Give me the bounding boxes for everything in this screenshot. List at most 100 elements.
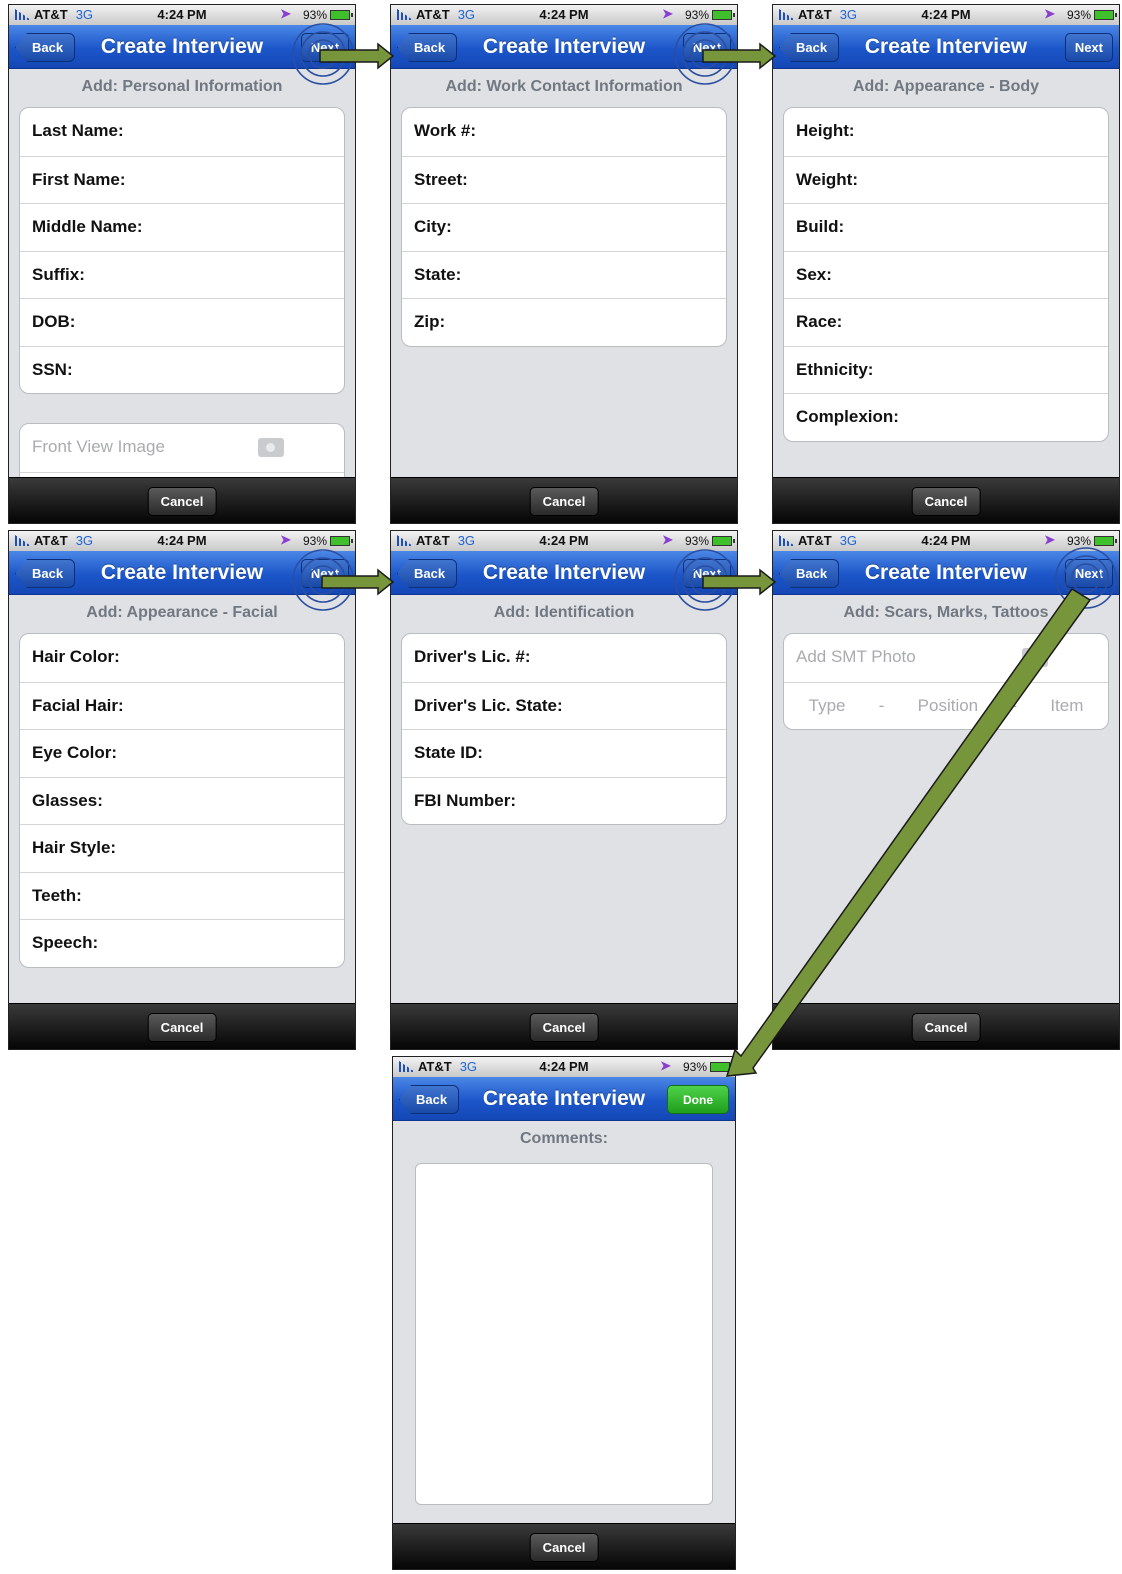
field-build[interactable]: Build: <box>784 203 1108 251</box>
bottom-toolbar: Cancel <box>9 1003 355 1049</box>
navigation-bar: Back Create Interview Done <box>393 1077 735 1121</box>
location-arrow-icon: ➤ <box>1044 6 1055 21</box>
bottom-toolbar: Cancel <box>773 1003 1119 1049</box>
field-hair-style[interactable]: Hair Style: <box>20 824 344 872</box>
field-height[interactable]: Height: <box>784 108 1108 156</box>
battery-icon <box>712 536 735 546</box>
field-state-id[interactable]: State ID: <box>402 729 726 777</box>
bottom-toolbar: Cancel <box>391 1003 737 1049</box>
picker-separator: - <box>1011 695 1018 715</box>
navigation-bar: Back Create Interview Next <box>9 551 355 595</box>
bottom-toolbar: Cancel <box>391 477 737 523</box>
next-button[interactable]: Next <box>300 559 349 588</box>
field-work-number[interactable]: Work #: <box>402 108 726 156</box>
comments-textarea[interactable] <box>415 1163 713 1505</box>
done-button[interactable]: Done <box>667 1085 729 1114</box>
field-weight[interactable]: Weight: <box>784 155 1108 204</box>
section-header: Add: Work Contact Information <box>445 78 683 95</box>
cancel-button[interactable]: Cancel <box>529 1533 599 1562</box>
field-dob[interactable]: DOB: <box>20 298 344 346</box>
field-suffix[interactable]: Suffix: <box>20 250 344 299</box>
picker-position[interactable]: Position <box>918 683 978 730</box>
location-arrow-icon: ➤ <box>662 532 673 547</box>
field-facial-hair[interactable]: Facial Hair: <box>20 681 344 730</box>
screen-identification: AT&T 3G 4:24 PM ➤ 93% Back Create Intervi… <box>390 530 738 1050</box>
location-arrow-icon: ➤ <box>280 532 291 547</box>
screen-work-contact-information: AT&T 3G 4:24 PM ➤ 93% Back Create Intervi… <box>390 4 738 524</box>
bottom-toolbar: Cancel <box>393 1523 735 1569</box>
field-speech[interactable]: Speech: <box>20 919 344 967</box>
section-header: Add: Personal Information <box>81 78 283 95</box>
camera-icon[interactable] <box>258 438 284 457</box>
navigation-bar: Back Create Interview Next <box>773 25 1119 69</box>
field-complexion[interactable]: Complexion: <box>784 393 1108 441</box>
status-bar: AT&T 3G 4:24 PM ➤ 93% <box>391 5 737 25</box>
next-button[interactable]: Next <box>1064 33 1113 62</box>
navigation-bar: Back Create Interview Next <box>773 551 1119 595</box>
location-arrow-icon: ➤ <box>662 6 673 21</box>
status-bar: AT&T 3G 4:24 PM ➤ 93% <box>391 531 737 551</box>
smt-picker-row[interactable]: Type - Position - Item <box>784 681 1108 730</box>
navigation-bar: Back Create Interview Next <box>391 551 737 595</box>
next-button[interactable]: Next <box>1064 559 1113 588</box>
battery-percent: 93% <box>1066 534 1091 548</box>
cancel-button[interactable]: Cancel <box>147 1013 217 1042</box>
picker-item[interactable]: Item <box>1050 683 1083 730</box>
screen-appearance-body: AT&T 3G 4:24 PM ➤ 93% Back Create Intervi… <box>772 4 1120 524</box>
field-sex[interactable]: Sex: <box>784 250 1108 299</box>
form-group: Driver's Lic. #: Driver's Lic. State: St… <box>401 633 727 825</box>
status-bar: AT&T 3G 4:24 PM ➤ 93% <box>773 5 1119 25</box>
battery-percent: 93% <box>302 534 327 548</box>
next-button[interactable]: Next <box>682 33 731 62</box>
navigation-bar: Back Create Interview Next <box>391 25 737 69</box>
status-bar: AT&T 3G 4:24 PM ➤ 93% <box>9 531 355 551</box>
field-hair-color[interactable]: Hair Color: <box>20 634 344 682</box>
field-state[interactable]: State: <box>402 250 726 299</box>
battery-icon <box>710 1062 733 1072</box>
bottom-toolbar: Cancel <box>9 477 355 523</box>
status-bar: AT&T 3G 4:24 PM ➤ 93% <box>773 531 1119 551</box>
cancel-button[interactable]: Cancel <box>529 487 599 516</box>
field-ethnicity[interactable]: Ethnicity: <box>784 345 1108 394</box>
smt-group: Add SMT Photo Type - Position - Item <box>783 633 1109 730</box>
form-group: Work #: Street: City: State: Zip: <box>401 107 727 347</box>
bottom-toolbar: Cancel <box>773 477 1119 523</box>
picker-separator: - <box>878 695 885 715</box>
navigation-bar: Back Create Interview Next <box>9 25 355 69</box>
status-bar: AT&T 3G 4:24 PM ➤ 93% <box>9 5 355 25</box>
field-first-name[interactable]: First Name: <box>20 155 344 204</box>
screen-scars-marks-tattoos: AT&T 3G 4:24 PM ➤ 93% Back Create Intervi… <box>772 530 1120 1050</box>
battery-icon <box>330 536 353 546</box>
location-arrow-icon: ➤ <box>280 6 291 21</box>
battery-percent: 93% <box>684 534 709 548</box>
field-drivers-license-state[interactable]: Driver's Lic. State: <box>402 681 726 730</box>
status-bar: AT&T 3G 4:24 PM ➤ 93% <box>393 1057 735 1077</box>
field-street[interactable]: Street: <box>402 155 726 204</box>
field-eye-color[interactable]: Eye Color: <box>20 729 344 777</box>
field-last-name[interactable]: Last Name: <box>20 108 344 156</box>
field-race[interactable]: Race: <box>784 298 1108 346</box>
screen-personal-information: AT&T 3G 4:24 PM ➤ 93% Back Create Intervi… <box>8 4 356 524</box>
field-fbi-number[interactable]: FBI Number: <box>402 776 726 825</box>
cancel-button[interactable]: Cancel <box>147 487 217 516</box>
next-button[interactable]: Next <box>682 559 731 588</box>
field-ssn[interactable]: SSN: <box>20 345 344 394</box>
add-smt-photo-field[interactable]: Add SMT Photo <box>784 634 1108 682</box>
cancel-button[interactable]: Cancel <box>529 1013 599 1042</box>
camera-icon[interactable] <box>1022 648 1048 667</box>
location-arrow-icon: ➤ <box>660 1058 671 1073</box>
front-view-image-field[interactable]: Front View Image <box>20 424 344 472</box>
field-zip[interactable]: Zip: <box>402 298 726 346</box>
battery-icon <box>1094 536 1117 546</box>
picker-type[interactable]: Type <box>809 683 846 730</box>
field-city[interactable]: City: <box>402 203 726 251</box>
field-middle-name[interactable]: Middle Name: <box>20 203 344 251</box>
field-drivers-license-number[interactable]: Driver's Lic. #: <box>402 634 726 682</box>
field-teeth[interactable]: Teeth: <box>20 871 344 920</box>
form-group: Height: Weight: Build: Sex: Race: Ethnic… <box>783 107 1109 442</box>
cancel-button[interactable]: Cancel <box>911 1013 981 1042</box>
cancel-button[interactable]: Cancel <box>911 487 981 516</box>
next-button[interactable]: Next <box>300 33 349 62</box>
field-glasses[interactable]: Glasses: <box>20 776 344 825</box>
section-header: Add: Scars, Marks, Tattoos <box>843 604 1049 621</box>
